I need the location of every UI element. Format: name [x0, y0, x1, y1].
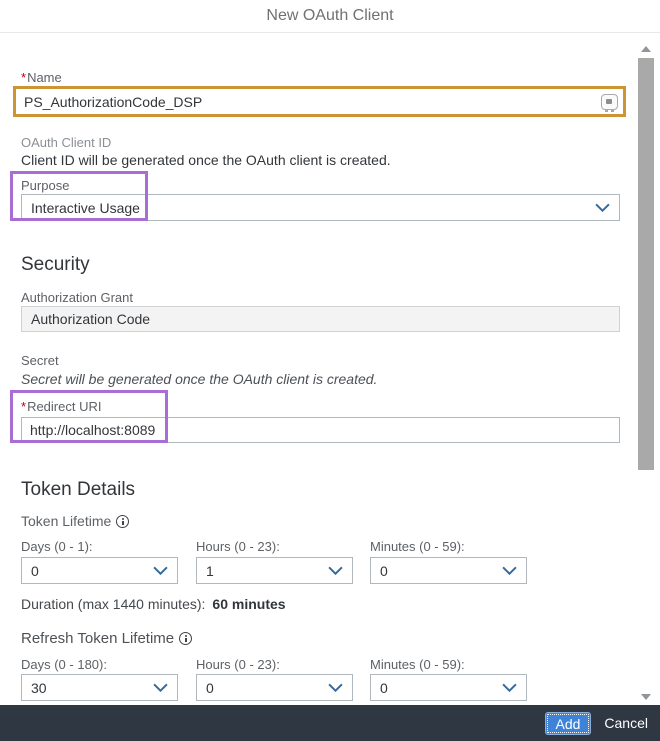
- auth-grant-field: Authorization Code: [21, 306, 620, 332]
- name-label: *Name: [21, 70, 62, 85]
- dialog-title: New OAuth Client: [0, 0, 660, 33]
- duration-label: Duration (max 1440 minutes):: [21, 596, 205, 612]
- rt-minutes-label: Minutes (0 - 59):: [370, 657, 465, 672]
- scrollbar-thumb[interactable]: [638, 58, 654, 470]
- rt-days-select[interactable]: 30: [21, 674, 178, 701]
- redirect-uri-label: *Redirect URI: [21, 399, 101, 414]
- info-icon[interactable]: [116, 515, 129, 528]
- tl-minutes-label: Minutes (0 - 59):: [370, 539, 465, 554]
- chevron-down-icon: [153, 683, 168, 692]
- chevron-down-icon: [595, 203, 610, 212]
- duration-value: 60 minutes: [212, 596, 285, 612]
- redirect-uri-input[interactable]: [21, 417, 620, 443]
- add-button[interactable]: Add: [545, 712, 591, 735]
- chevron-down-icon: [328, 683, 343, 692]
- purpose-label: Purpose: [21, 178, 69, 193]
- tl-hours-label: Hours (0 - 23):: [196, 539, 280, 554]
- purpose-select[interactable]: Interactive Usage: [21, 194, 620, 221]
- required-marker: *: [21, 70, 26, 85]
- info-icon[interactable]: [179, 632, 192, 645]
- scrollbar[interactable]: [638, 34, 654, 705]
- rt-hours-label: Hours (0 - 23):: [196, 657, 280, 672]
- secret-label: Secret: [21, 353, 59, 368]
- tl-days-select[interactable]: 0: [21, 557, 178, 584]
- chevron-down-icon: [328, 566, 343, 575]
- auth-grant-label: Authorization Grant: [21, 290, 133, 305]
- purpose-value: Interactive Usage: [31, 200, 140, 216]
- cancel-button[interactable]: Cancel: [604, 712, 648, 735]
- rt-hours-select[interactable]: 0: [196, 674, 353, 701]
- secret-note: Secret will be generated once the OAuth …: [21, 371, 377, 387]
- required-marker: *: [21, 399, 26, 414]
- client-id-label: OAuth Client ID: [21, 135, 111, 150]
- duration-row: Duration (max 1440 minutes): 60 minutes: [21, 596, 286, 614]
- text-assist-icon[interactable]: [601, 94, 618, 110]
- scroll-up-icon[interactable]: [641, 46, 651, 52]
- token-lifetime-label: Token Lifetime: [21, 513, 129, 529]
- tl-minutes-select[interactable]: 0: [370, 557, 527, 584]
- scroll-down-icon[interactable]: [641, 694, 651, 700]
- chevron-down-icon: [502, 566, 517, 575]
- rt-days-label: Days (0 - 180):: [21, 657, 107, 672]
- dialog-footer: Add Cancel: [0, 705, 660, 741]
- name-input[interactable]: [16, 89, 601, 114]
- new-oauth-client-dialog: New OAuth Client *Name OAuth Client ID C…: [0, 0, 660, 741]
- token-details-heading: Token Details: [21, 479, 135, 501]
- rt-minutes-select[interactable]: 0: [370, 674, 527, 701]
- tl-days-label: Days (0 - 1):: [21, 539, 93, 554]
- chevron-down-icon: [153, 566, 168, 575]
- chevron-down-icon: [502, 683, 517, 692]
- security-heading: Security: [21, 254, 90, 276]
- annotation-highlight-name: [13, 86, 626, 117]
- client-id-note: Client ID will be generated once the OAu…: [21, 152, 391, 168]
- tl-hours-select[interactable]: 1: [196, 557, 353, 584]
- refresh-token-lifetime-label: Refresh Token Lifetime: [21, 630, 192, 647]
